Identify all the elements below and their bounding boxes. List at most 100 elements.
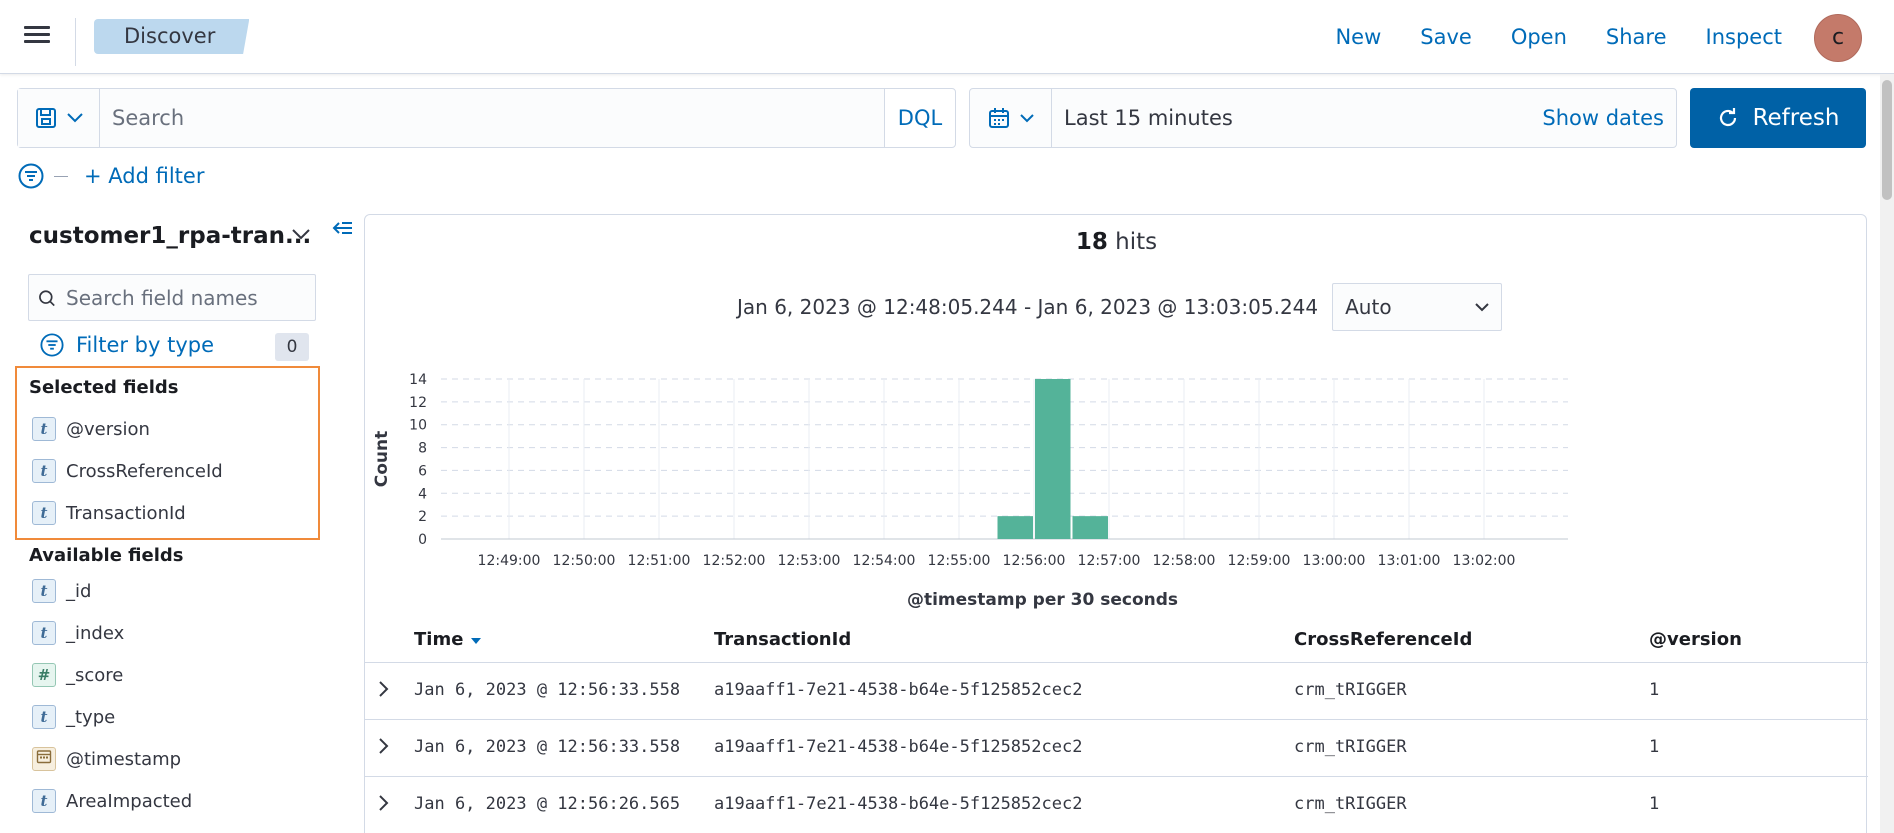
x-tick-label: 12:58:00 <box>1153 553 1216 569</box>
selected-field-item[interactable]: t TransactionId <box>32 498 186 528</box>
x-tick-label: 13:02:00 <box>1453 553 1516 569</box>
version-cell: 1 <box>1649 680 1660 700</box>
collapse-sidebar-icon[interactable] <box>332 219 354 239</box>
share-link[interactable]: Share <box>1606 20 1667 54</box>
hits-count: 18 <box>1075 229 1108 255</box>
hits-summary: 18 hits <box>365 229 1868 255</box>
string-type-icon: t <box>32 459 56 483</box>
chevron-right-icon[interactable] <box>377 679 391 699</box>
field-name: @timestamp <box>66 748 182 770</box>
table-row: Jan 6, 2023 @ 12:56:33.558 a19aaff1-7e21… <box>365 663 1868 720</box>
refresh-icon <box>1719 108 1736 127</box>
time-header-label: Time <box>414 629 464 650</box>
histogram-bar[interactable] <box>997 516 1034 539</box>
field-name: TransactionId <box>66 502 186 524</box>
add-filter-button[interactable]: + Add filter <box>84 164 204 188</box>
field-name: _index <box>66 622 125 644</box>
open-link[interactable]: Open <box>1511 20 1567 54</box>
show-dates-link[interactable]: Show dates <box>1542 89 1676 147</box>
refresh-button[interactable]: Refresh <box>1690 88 1866 148</box>
available-field-item[interactable]: @timestamp <box>32 744 181 774</box>
crossreferenceid-cell: crm_tRIGGER <box>1294 794 1407 814</box>
chevron-down-icon <box>1475 302 1489 311</box>
chevron-down-icon <box>66 113 83 123</box>
filter-count-badge: 0 <box>275 333 309 361</box>
saved-query-button[interactable] <box>18 89 100 147</box>
table-row: Jan 6, 2023 @ 12:56:26.565 a19aaff1-7e21… <box>365 777 1868 833</box>
available-field-item[interactable]: t AreaImpacted <box>32 786 192 816</box>
x-tick-label: 13:00:00 <box>1303 553 1366 569</box>
search-icon <box>39 289 55 306</box>
scrollbar-thumb[interactable] <box>1882 80 1892 200</box>
chevron-right-icon[interactable] <box>377 736 391 756</box>
time-column-header[interactable]: Time <box>414 629 482 650</box>
menu-icon[interactable] <box>22 22 54 52</box>
filter-icon[interactable] <box>18 163 44 189</box>
dql-button[interactable]: DQL <box>884 89 955 147</box>
selected-field-item[interactable]: t CrossReferenceId <box>32 456 223 486</box>
calendar-icon <box>36 750 52 764</box>
time-cell: Jan 6, 2023 @ 12:56:33.558 <box>414 680 681 700</box>
version-column-header[interactable]: @version <box>1649 629 1742 650</box>
quick-menu-button[interactable] <box>970 89 1052 147</box>
time-cell: Jan 6, 2023 @ 12:56:26.565 <box>414 794 681 814</box>
version-cell: 1 <box>1649 737 1660 757</box>
y-tick-label: 6 <box>418 463 427 479</box>
y-tick-label: 8 <box>418 441 427 457</box>
search-input[interactable] <box>100 89 884 147</box>
top-nav: Discover New Save Open Share Inspect c <box>0 0 1894 74</box>
filter-by-type-button[interactable]: Filter by type <box>40 333 214 357</box>
y-axis-ticks: 0 2 4 6 8 10 12 14 <box>409 372 427 548</box>
crossreferenceid-cell: crm_tRIGGER <box>1294 680 1407 700</box>
x-tick-label: 12:51:00 <box>628 553 691 569</box>
selected-field-item[interactable]: t @version <box>32 414 150 444</box>
y-tick-label: 2 <box>418 509 427 525</box>
y-tick-label: 4 <box>418 486 427 502</box>
save-link[interactable]: Save <box>1420 20 1472 54</box>
available-field-item[interactable]: t _type <box>32 702 115 732</box>
x-axis-ticks: 12:49:00 12:50:00 12:51:00 12:52:00 12:53:00… <box>478 553 1516 569</box>
version-cell: 1 <box>1649 794 1660 814</box>
field-name: _score <box>66 664 124 686</box>
y-axis-label: Count <box>372 431 392 488</box>
available-field-item[interactable]: # _score <box>32 660 123 690</box>
field-search-box <box>28 274 316 321</box>
avatar[interactable]: c <box>1814 14 1862 62</box>
refresh-label: Refresh <box>1752 105 1840 131</box>
time-range-label[interactable]: Last 15 minutes <box>1052 89 1542 147</box>
x-tick-label: 12:55:00 <box>928 553 991 569</box>
nav-links: New Save Open Share Inspect <box>1335 20 1782 54</box>
results-panel: 18 hits Jan 6, 2023 @ 12:48:05.244 - Jan… <box>364 214 1868 833</box>
histogram-bar[interactable] <box>1072 516 1109 539</box>
x-tick-label: 12:49:00 <box>478 553 541 569</box>
field-search-input[interactable] <box>66 285 315 310</box>
new-link[interactable]: New <box>1335 20 1381 54</box>
time-picker: Last 15 minutes Show dates <box>969 88 1677 148</box>
x-axis-label: @timestamp per 30 seconds <box>907 590 1178 610</box>
available-field-item[interactable]: t _id <box>32 576 91 606</box>
chevron-down-icon[interactable] <box>291 228 311 240</box>
field-name: _id <box>66 580 92 602</box>
table-header: Time TransactionId CrossReferenceId @ver… <box>365 619 1868 663</box>
inspect-link[interactable]: Inspect <box>1706 20 1782 54</box>
filter-row: + Add filter <box>18 163 204 189</box>
available-fields-title: Available fields <box>29 545 184 566</box>
x-tick-label: 12:50:00 <box>553 553 616 569</box>
available-field-item[interactable]: t _index <box>32 618 124 648</box>
string-type-icon: t <box>32 705 56 729</box>
chart-bars[interactable] <box>997 379 1109 539</box>
date-type-icon <box>32 747 56 771</box>
field-name: AreaImpacted <box>66 790 193 812</box>
x-tick-label: 12:53:00 <box>778 553 841 569</box>
index-pattern-name[interactable]: customer1_rpa-tran... <box>29 223 311 249</box>
crossreferenceid-column-header[interactable]: CrossReferenceId <box>1294 629 1472 650</box>
chevron-down-icon <box>1019 113 1034 122</box>
breadcrumb-discover[interactable]: Discover <box>94 19 250 54</box>
x-tick-label: 12:57:00 <box>1078 553 1141 569</box>
x-tick-label: 12:56:00 <box>1003 553 1066 569</box>
histogram-bar[interactable] <box>1035 379 1071 539</box>
sort-down-icon[interactable] <box>470 637 482 645</box>
transactionid-column-header[interactable]: TransactionId <box>714 629 851 650</box>
number-type-icon: # <box>32 663 56 687</box>
chevron-right-icon[interactable] <box>377 793 391 813</box>
